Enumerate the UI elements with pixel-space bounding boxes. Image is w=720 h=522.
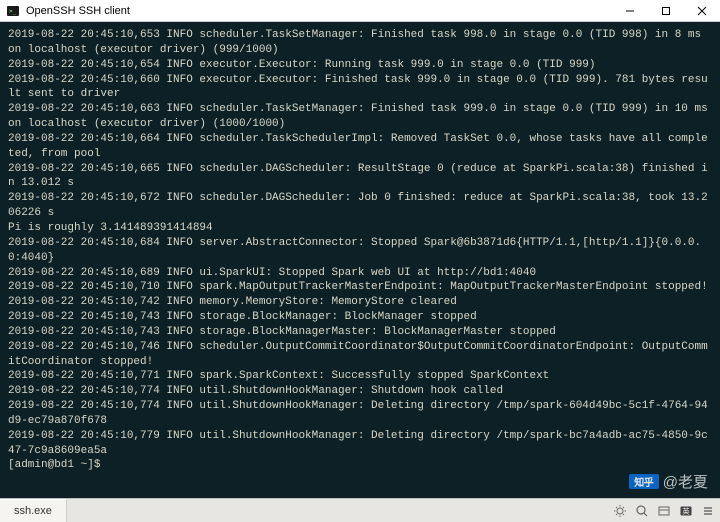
log-line: Pi is roughly 3.141489391414894 — [8, 221, 712, 236]
menu-icon[interactable] — [700, 503, 716, 519]
log-line: 2019-08-22 20:45:10,653 INFO scheduler.T… — [8, 28, 712, 58]
log-line: 2019-08-22 20:45:10,665 INFO scheduler.D… — [8, 162, 712, 192]
log-line: [admin@bd1 ~]$ — [8, 458, 712, 473]
titlebar: >_ OpenSSH SSH client — [0, 0, 720, 22]
tab-ssh[interactable]: ssh.exe — [0, 499, 67, 522]
tabbar-spacer — [67, 499, 612, 522]
log-line: 2019-08-22 20:45:10,664 INFO scheduler.T… — [8, 132, 712, 162]
close-button[interactable] — [684, 0, 720, 21]
window-controls — [612, 0, 720, 21]
log-line: 2019-08-22 20:45:10,660 INFO executor.Ex… — [8, 73, 712, 103]
log-line: 2019-08-22 20:45:10,779 INFO util.Shutdo… — [8, 429, 712, 459]
sun-icon[interactable] — [612, 503, 628, 519]
ime-icon[interactable]: 英 — [678, 503, 694, 519]
log-line: 2019-08-22 20:45:10,771 INFO spark.Spark… — [8, 369, 712, 384]
svg-text:英: 英 — [683, 506, 690, 515]
log-line: 2019-08-22 20:45:10,774 INFO util.Shutdo… — [8, 399, 712, 429]
log-line: 2019-08-22 20:45:10,654 INFO executor.Ex… — [8, 58, 712, 73]
maximize-button[interactable] — [648, 0, 684, 21]
log-line: 2019-08-22 20:45:10,710 INFO spark.MapOu… — [8, 280, 712, 295]
log-line: 2019-08-22 20:45:10,663 INFO scheduler.T… — [8, 102, 712, 132]
log-line: 2019-08-22 20:45:10,672 INFO scheduler.D… — [8, 191, 712, 221]
log-line: 2019-08-22 20:45:10,743 INFO storage.Blo… — [8, 310, 712, 325]
terminal-output[interactable]: 2019-08-22 20:45:10,653 INFO scheduler.T… — [0, 22, 720, 498]
log-line: 2019-08-22 20:45:10,743 INFO storage.Blo… — [8, 325, 712, 340]
panel-icon[interactable] — [656, 503, 672, 519]
log-line: 2019-08-22 20:45:10,684 INFO server.Abst… — [8, 236, 712, 266]
tabbar: ssh.exe 英 — [0, 498, 720, 522]
app-icon: >_ — [6, 4, 20, 18]
log-line: 2019-08-22 20:45:10,689 INFO ui.SparkUI:… — [8, 266, 712, 281]
window-title: OpenSSH SSH client — [26, 5, 612, 17]
log-line: 2019-08-22 20:45:10,774 INFO util.Shutdo… — [8, 384, 712, 399]
search-icon[interactable] — [634, 503, 650, 519]
svg-text:>_: >_ — [9, 8, 17, 15]
log-line: 2019-08-22 20:45:10,742 INFO memory.Memo… — [8, 295, 712, 310]
tray: 英 — [612, 499, 720, 522]
log-line: 2019-08-22 20:45:10,746 INFO scheduler.O… — [8, 340, 712, 370]
minimize-button[interactable] — [612, 0, 648, 21]
